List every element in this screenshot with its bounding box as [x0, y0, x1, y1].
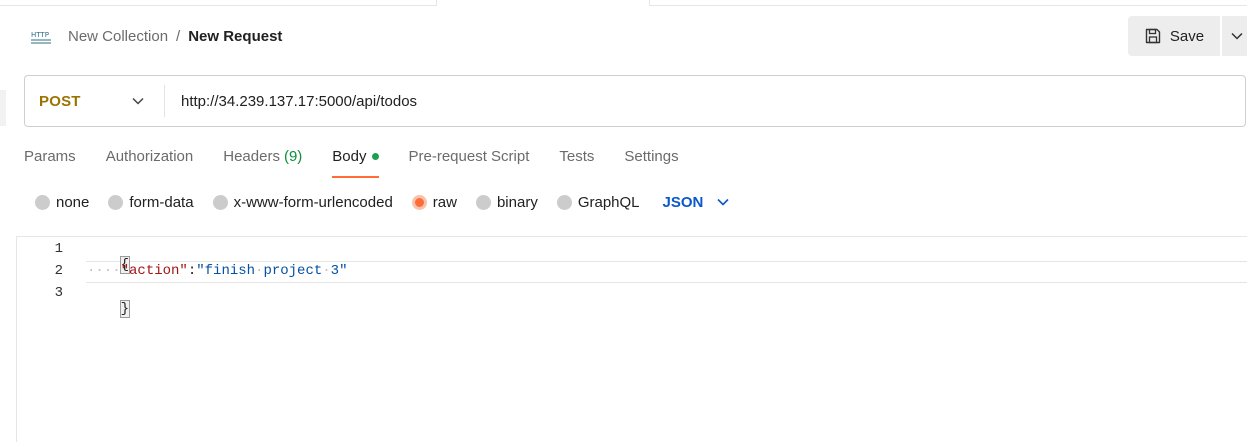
save-group: Save — [1128, 16, 1247, 56]
http-icon-text: HTTP — [31, 31, 49, 39]
url-bar: POST — [24, 75, 1246, 127]
tab-authorization[interactable]: Authorization — [106, 144, 194, 178]
tab-tests-label: Tests — [559, 147, 595, 165]
body-format-select[interactable]: JSON — [663, 194, 730, 211]
radio-button[interactable] — [108, 194, 124, 210]
body-type-raw-label: raw — [432, 193, 457, 211]
radio-button[interactable] — [475, 194, 491, 210]
request-header: HTTP New Collection / New Request Save — [0, 6, 1247, 68]
tab-body-label: Body — [332, 147, 367, 165]
indent-whitespace: ···· — [87, 263, 121, 279]
body-type-none[interactable]: none — [35, 194, 89, 211]
line-number: 2 — [54, 263, 63, 279]
tab-params[interactable]: Params — [24, 144, 76, 178]
save-icon — [1145, 28, 1161, 44]
save-options-button[interactable] — [1222, 16, 1247, 56]
chevron-down-icon — [717, 198, 729, 206]
body-type-options: none form-data x-www-form-urlencoded raw… — [35, 190, 729, 214]
tab-params-label: Params — [24, 147, 76, 165]
body-type-binary-label: binary — [496, 193, 538, 211]
radio-button-selected[interactable] — [411, 194, 427, 210]
body-type-graphql-label: GraphQL — [577, 193, 640, 211]
url-input[interactable] — [165, 76, 1245, 126]
tab-pre-request-script-label: Pre-request Script — [408, 147, 530, 165]
code-line-2: ····"action":"finish·project·3" — [87, 263, 348, 279]
line-number: 3 — [54, 285, 63, 301]
tab-settings-label: Settings — [624, 147, 679, 165]
method-label: POST — [39, 92, 81, 110]
json-key: "action" — [120, 263, 188, 279]
json-value-part: "finish — [196, 263, 256, 279]
body-type-binary[interactable]: binary — [475, 193, 538, 211]
breadcrumb-collection[interactable]: New Collection — [68, 28, 168, 45]
tab-settings[interactable]: Settings — [624, 144, 678, 178]
close-brace: } — [119, 300, 131, 318]
json-value-part: project — [263, 263, 323, 279]
request-name[interactable]: New Request — [188, 28, 282, 45]
chevron-down-icon — [132, 97, 144, 105]
tab-pre-request-script[interactable]: Pre-request Script — [409, 144, 530, 178]
tab-body[interactable]: Body — [332, 144, 379, 178]
body-type-none-label: none — [56, 193, 90, 211]
method-select[interactable]: POST — [25, 76, 164, 126]
save-button[interactable]: Save — [1128, 16, 1220, 56]
body-type-graphql[interactable]: GraphQL — [556, 193, 640, 211]
chevron-down-icon — [1231, 32, 1243, 40]
breadcrumb-separator: / — [176, 28, 181, 45]
json-value-part: 3" — [330, 263, 348, 279]
http-icon: HTTP — [31, 31, 51, 44]
code-line-3: } — [87, 285, 131, 333]
body-indicator-dot — [371, 152, 379, 160]
body-type-urlencoded[interactable]: x-www-form-urlencoded — [212, 193, 393, 211]
request-tabs: Params Authorization Headers (9) Body Pr… — [24, 144, 709, 178]
tab-tests[interactable]: Tests — [559, 144, 594, 178]
tab-headers-label: Headers — [223, 147, 280, 165]
tab-authorization-label: Authorization — [105, 147, 194, 165]
tab-headers[interactable]: Headers (9) — [223, 144, 302, 178]
radio-button[interactable] — [212, 194, 228, 210]
json-colon: : — [187, 263, 197, 279]
save-button-label: Save — [1169, 27, 1205, 45]
body-type-form-data-label: form-data — [129, 193, 194, 211]
sidebar-edge — [0, 90, 6, 126]
body-type-form-data[interactable]: form-data — [108, 193, 194, 211]
radio-button[interactable] — [556, 194, 572, 210]
line-number: 1 — [54, 241, 63, 257]
body-type-urlencoded-label: x-www-form-urlencoded — [233, 193, 393, 211]
body-format-label: JSON — [662, 193, 704, 211]
body-type-raw[interactable]: raw — [411, 193, 457, 211]
headers-count: (9) — [283, 147, 303, 165]
radio-button[interactable] — [35, 194, 50, 210]
body-editor[interactable]: 1 2 3 { ····"action":"finish·project·3" … — [16, 236, 1247, 442]
breadcrumb: New Collection / New Request — [68, 28, 282, 45]
